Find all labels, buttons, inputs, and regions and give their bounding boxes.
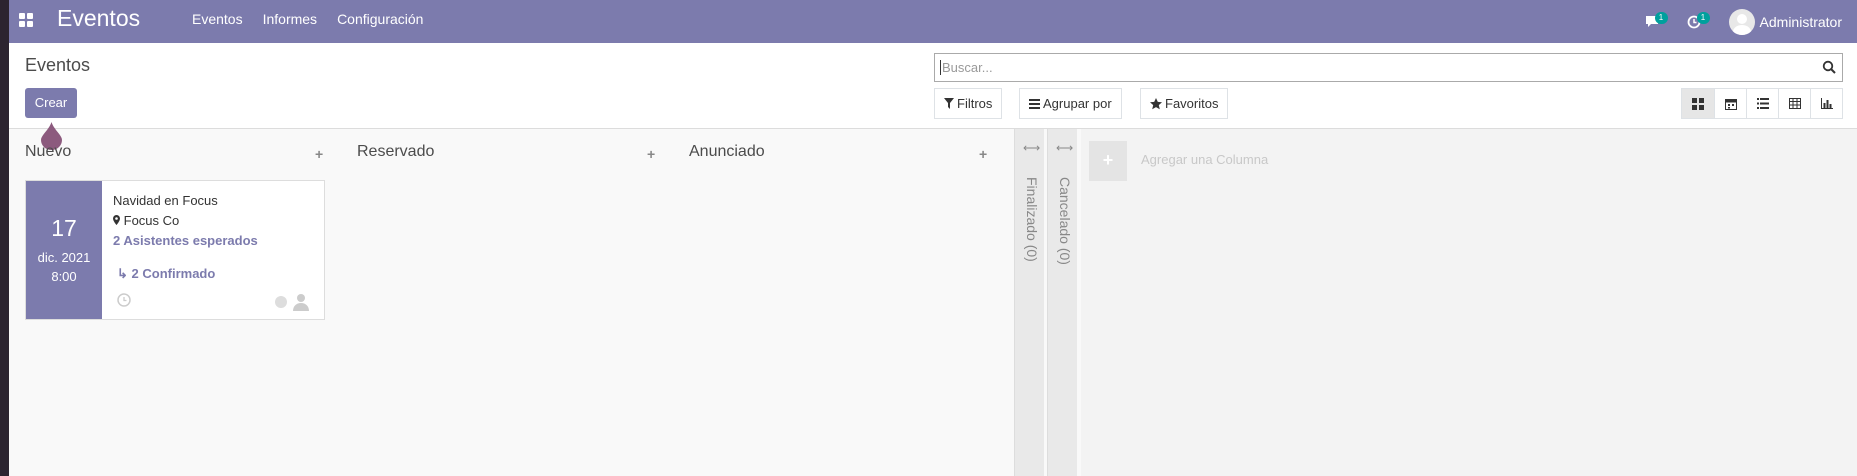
event-date-block: 17 dic. 2021 8:00 <box>26 181 102 319</box>
app-brand[interactable]: Eventos <box>57 5 140 32</box>
avatar <box>1728 8 1755 35</box>
search-input[interactable]: Buscar... <box>934 53 1843 82</box>
quick-create-icon[interactable]: + <box>315 146 323 162</box>
messages-button[interactable]: 1 <box>1645 11 1668 32</box>
groupby-label: Agrupar por <box>1043 96 1112 111</box>
confirmed-label: 2 Confirmado <box>131 266 216 281</box>
breadcrumb: Eventos <box>25 55 91 75</box>
event-card[interactable]: 17 dic. 2021 8:00 Navidad en Focus Focus… <box>25 180 325 320</box>
folded-column-label: Cancelado (0) <box>1057 177 1073 265</box>
filters-label: Filtros <box>957 96 993 111</box>
calendar-view-icon <box>1724 98 1737 110</box>
view-switcher <box>1681 88 1843 119</box>
quick-create-icon[interactable]: + <box>647 146 655 162</box>
menu-item-eventos[interactable]: Eventos <box>192 11 243 27</box>
list-view-button[interactable] <box>1746 89 1778 118</box>
calendar-view-button[interactable] <box>1714 89 1746 118</box>
kanban-state-icon[interactable] <box>275 296 287 308</box>
column-title-nuevo: Nuevo <box>25 143 72 160</box>
pivot-view-icon <box>1788 98 1801 109</box>
search-placeholder: Buscar... <box>940 60 993 75</box>
column-title-anunciado: Anunciado <box>689 143 765 160</box>
user-name: Administrator <box>1759 13 1842 30</box>
folded-column-label: Finalizado (0) <box>1024 177 1040 262</box>
favorites-label: Favoritos <box>1165 96 1219 111</box>
activity-clock-icon[interactable] <box>117 293 131 307</box>
systray: 1 1 Administrator <box>1645 0 1857 43</box>
search-icon[interactable] <box>1822 60 1836 74</box>
create-button[interactable]: Crear <box>25 88 77 118</box>
control-panel: Eventos Crear Buscar... Filtros Agrupar … <box>9 43 1857 150</box>
column-title-reservado: Reservado <box>357 143 435 160</box>
app-window: Eventos Eventos Informes Configuración 1… <box>9 0 1857 476</box>
event-location-label: Focus Co <box>123 213 180 228</box>
favorites-button[interactable]: Favoritos <box>1140 88 1229 119</box>
event-location: Focus Co <box>113 213 179 228</box>
apps-menu-icon[interactable] <box>19 13 33 27</box>
kanban-view-button[interactable] <box>1682 89 1714 118</box>
graph-view-button[interactable] <box>1810 89 1842 118</box>
event-time: 8:00 <box>51 269 77 284</box>
folded-column-cancelado[interactable]: ⟷ Cancelado (0) <box>1047 129 1077 476</box>
add-column-area <box>1081 129 1857 476</box>
event-month: dic. 2021 <box>37 250 91 265</box>
pivot-view-button[interactable] <box>1778 89 1810 118</box>
menu-item-configuracion[interactable]: Configuración <box>337 11 423 27</box>
activities-button[interactable]: 1 <box>1687 11 1710 32</box>
map-marker-icon <box>113 215 120 225</box>
user-avatar-icon[interactable] <box>293 293 309 311</box>
bars-icon <box>1029 98 1040 109</box>
activities-badge: 1 <box>1696 11 1710 24</box>
list-view-icon <box>1756 98 1769 109</box>
main-menu: Eventos Informes Configuración <box>192 11 423 27</box>
top-navbar: Eventos Eventos Informes Configuración 1… <box>9 0 1857 43</box>
quick-create-icon[interactable]: + <box>979 146 987 162</box>
event-name: Navidad en Focus <box>113 193 218 208</box>
level-down-icon: ↳ <box>117 266 128 281</box>
filters-button[interactable]: Filtros <box>934 88 1003 119</box>
user-menu[interactable]: Administrator <box>1728 8 1842 35</box>
menu-item-informes[interactable]: Informes <box>263 11 317 27</box>
expected-attendees-link[interactable]: 2 Asistentes esperados <box>113 233 258 248</box>
expand-arrows-icon: ⟷ <box>1023 141 1041 155</box>
folded-column-finalizado[interactable]: ⟷ Finalizado (0) <box>1014 129 1044 476</box>
filter-icon <box>944 98 954 109</box>
expand-arrows-icon: ⟷ <box>1056 141 1074 155</box>
messages-badge: 1 <box>1654 11 1668 24</box>
star-icon <box>1150 97 1162 109</box>
groupby-button[interactable]: Agrupar por <box>1019 88 1122 119</box>
confirmed-attendees-link[interactable]: ↳ 2 Confirmado <box>117 266 215 282</box>
graph-view-icon <box>1820 98 1833 109</box>
add-column-label[interactable]: Agregar una Columna <box>1141 152 1268 167</box>
kanban-view-icon <box>1692 97 1704 110</box>
add-column-button[interactable]: + <box>1089 141 1127 181</box>
event-day: 17 <box>51 215 77 241</box>
